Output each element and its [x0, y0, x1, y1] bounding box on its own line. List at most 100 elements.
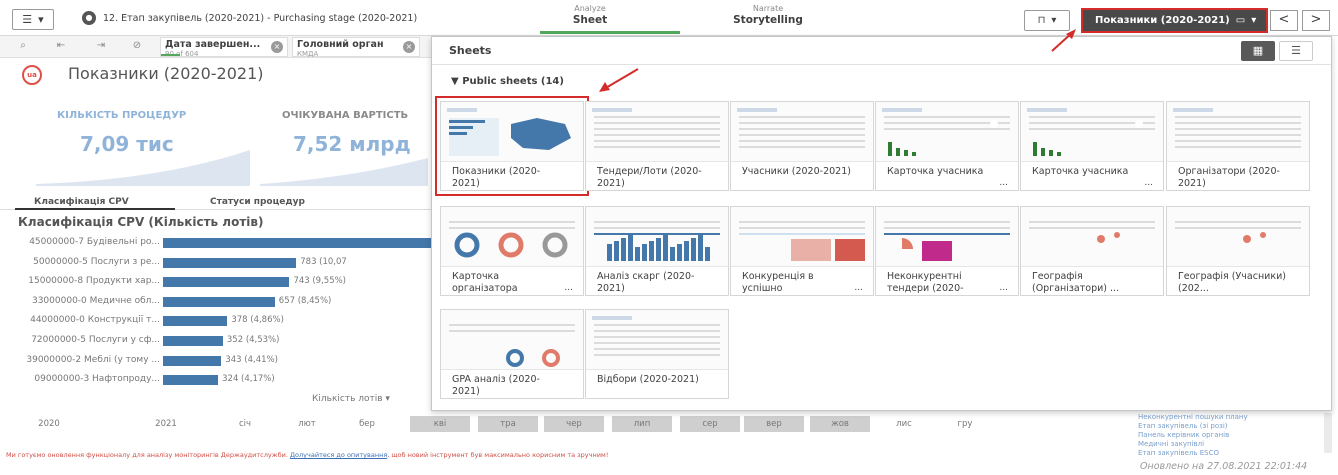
sheet-card[interactable]: Організатори (2020-2021): [1166, 101, 1310, 191]
public-sheets-toggle[interactable]: ▼ Public sheets (14): [451, 76, 564, 87]
cpv-category-label: 45000000-7 Будівельні ро...: [29, 237, 160, 247]
tab-narrate-big: Storytelling: [733, 14, 803, 26]
cpv-bar-row[interactable]: 72000000-5 Послуги у сф... 352 (4,53%): [0, 334, 432, 348]
sheet-card-more: ...: [564, 283, 573, 293]
timeline-cell[interactable]: лют: [280, 416, 334, 432]
cpv-bar[interactable]: [163, 257, 297, 268]
timeline-cell[interactable]: лис: [876, 416, 932, 432]
current-sheet-label: Показники (2020-2021): [1095, 15, 1230, 26]
timeline-cell[interactable]: кві: [410, 416, 470, 432]
scrollbar[interactable]: [1324, 413, 1332, 453]
cpv-bar[interactable]: [163, 316, 228, 327]
step-back-icon[interactable]: ⇤: [52, 40, 70, 54]
cpv-bar-row[interactable]: 15000000-8 Продукти хар... 743 (9,55%): [0, 275, 432, 289]
sheet-card[interactable]: Карточка організатора...: [440, 206, 584, 296]
timeline-cell[interactable]: лип: [612, 416, 672, 432]
cpv-value-label: 378 (4,86%): [231, 315, 284, 326]
clear-selection-icon[interactable]: ×: [403, 41, 415, 53]
sheet-card[interactable]: Конкуренція в успішно...: [730, 206, 874, 296]
global-menu-button[interactable]: ☰ ▾: [12, 9, 54, 30]
cpv-bar[interactable]: [163, 355, 222, 366]
selections-bar: ⌕ ⇤ ⇥ ⊘ Дата завершен... 90 of 604 × Гол…: [0, 36, 432, 58]
annotation-arrow: [1051, 29, 1076, 52]
cpv-bar-row[interactable]: 50000000-5 Послуги з ре... 783 (10,07: [0, 256, 432, 270]
sheet-card[interactable]: Карточка учасника...: [1020, 101, 1164, 191]
sheet-thumbnail: [731, 102, 873, 162]
date-filter-timeline: 2020 2021 січ лют бер кві тра чер лип сер вер жов ли…: [14, 416, 1014, 432]
sheet-card[interactable]: GPA аналіз (2020-2021): [440, 309, 584, 399]
timeline-cell[interactable]: чер: [544, 416, 604, 432]
cpv-bar[interactable]: [163, 296, 275, 307]
sheet-thumbnail: [876, 102, 1018, 162]
related-app-link[interactable]: Етап закупівель (зі розі): [1138, 422, 1318, 431]
sheet-card[interactable]: Географія (Учасники) (202...: [1166, 206, 1310, 296]
selection-chip-date[interactable]: Дата завершен... 90 of 604 ×: [160, 37, 288, 58]
sheet-card-title: Тендери/Лоти (2020-2021): [597, 166, 702, 189]
timeline-cell[interactable]: бер: [340, 416, 394, 432]
kpi-label: КІЛЬКІСТЬ ПРОЦЕДУР: [57, 110, 187, 121]
cpv-bar-row[interactable]: 44000000-0 Конструкції т... 378 (4,86%): [0, 314, 432, 328]
clear-selection-icon[interactable]: ×: [271, 41, 283, 53]
subtab-cpv[interactable]: Класифікація CPV: [34, 197, 129, 207]
survey-link[interactable]: Долучайтеся до опитування: [290, 451, 387, 459]
timeline-cell[interactable]: тра: [478, 416, 538, 432]
clear-all-icon[interactable]: ⊘: [128, 40, 146, 54]
top-toolbar: ☰ ▾ ● 12. Етап закупівель (2020-2021) - P…: [0, 0, 1338, 36]
cpv-chart-title: Класифікація CPV (Кількість лотів): [18, 215, 264, 229]
sheet-card[interactable]: Неконкурентні тендери (2020-...: [875, 206, 1019, 296]
sheet-card-more: ...: [999, 283, 1008, 293]
grid-view-button[interactable]: ▦: [1241, 41, 1275, 61]
selection-chip-organ[interactable]: Головний орган КМДА ×: [292, 37, 420, 58]
cpv-bar[interactable]: [163, 238, 433, 248]
cpv-bar[interactable]: [163, 336, 223, 346]
app-title: 12. Етап закупівель (2020-2021) - Purcha…: [103, 13, 418, 24]
cpv-value-label: 783 (10,07: [300, 256, 347, 267]
sheet-selector-button[interactable]: Показники (2020-2021) ▭ ▾: [1081, 8, 1268, 33]
timeline-cell[interactable]: гру: [940, 416, 990, 432]
previous-sheet-button[interactable]: <: [1270, 10, 1298, 31]
sheet-card[interactable]: Географія (Організатори) ...: [1020, 206, 1164, 296]
timeline-cell[interactable]: вер: [744, 416, 804, 432]
sheet-card[interactable]: Показники (2020-2021): [435, 96, 589, 196]
sheet-card[interactable]: Аналіз скарг (2020-2021): [585, 206, 729, 296]
cpv-bar[interactable]: [163, 375, 219, 386]
cpv-bar-row[interactable]: 45000000-7 Будівельні ро...: [0, 236, 433, 250]
sheet-card-title: Показники (2020-2021): [452, 166, 541, 189]
timeline-cell[interactable]: сер: [680, 416, 740, 432]
cpv-category-label: 50000000-5 Послуги з ре...: [33, 256, 160, 267]
cpv-bar-row[interactable]: 39000000-2 Меблі (у тому ... 343 (4,41%): [0, 354, 432, 368]
kpi-label: ОЧІКУВАНА ВАРТІСТЬ: [282, 110, 409, 121]
smart-search-icon[interactable]: ⌕: [14, 40, 32, 54]
selection-chip-title: Головний орган: [297, 39, 384, 50]
cpv-category-label: 15000000-8 Продукти хар...: [28, 276, 160, 287]
cpv-category-label: 72000000-5 Послуги у сф...: [31, 335, 160, 345]
cpv-bar[interactable]: [163, 277, 290, 288]
next-sheet-button[interactable]: >: [1302, 10, 1330, 31]
timeline-cell[interactable]: жов: [810, 416, 870, 432]
sheet-card-title: Географія (Учасники) (202...: [1178, 271, 1286, 294]
related-app-link[interactable]: Медичні закупівлі: [1138, 440, 1318, 449]
timeline-cell[interactable]: січ: [220, 416, 270, 432]
timeline-cell[interactable]: 2020: [14, 416, 84, 432]
tab-analyze-sheet[interactable]: Analyze Sheet: [520, 4, 660, 26]
annotation-arrow: [599, 68, 639, 92]
cpv-bar-row[interactable]: 33000000-0 Медичне обл... 657 (8,45%): [0, 295, 432, 309]
timeline-cell[interactable]: 2021: [126, 416, 206, 432]
step-forward-icon[interactable]: ⇥: [92, 40, 110, 54]
subtab-statuses[interactable]: Статуси процедур: [210, 197, 305, 207]
list-view-button[interactable]: ☰: [1279, 41, 1313, 61]
cpv-bar-row[interactable]: 09000000-3 Нафтопроду... 324 (4,17%): [0, 373, 432, 387]
tab-analyze-big: Sheet: [572, 14, 608, 26]
related-app-link[interactable]: Панель керівник органів: [1138, 431, 1318, 440]
chevron-down-icon: ▾: [1251, 15, 1257, 26]
related-app-link[interactable]: Етап закупівель ESCO: [1138, 449, 1318, 458]
tab-narrate-storytelling[interactable]: Narrate Storytelling: [698, 4, 838, 26]
related-app-link[interactable]: Неконкурентні пошуки плану: [1138, 413, 1318, 422]
sheet-thumbnail: [441, 310, 583, 370]
measure-selector[interactable]: Кількість лотів ▾: [312, 394, 390, 404]
sheet-card[interactable]: Учасники (2020-2021): [730, 101, 874, 191]
sheet-card[interactable]: Тендери/Лоти (2020-2021): [585, 101, 729, 191]
sheet-card[interactable]: Відбори (2020-2021): [585, 309, 729, 399]
sheet-card[interactable]: Карточка учасника...: [875, 101, 1019, 191]
list-icon: ☰: [1291, 44, 1301, 57]
